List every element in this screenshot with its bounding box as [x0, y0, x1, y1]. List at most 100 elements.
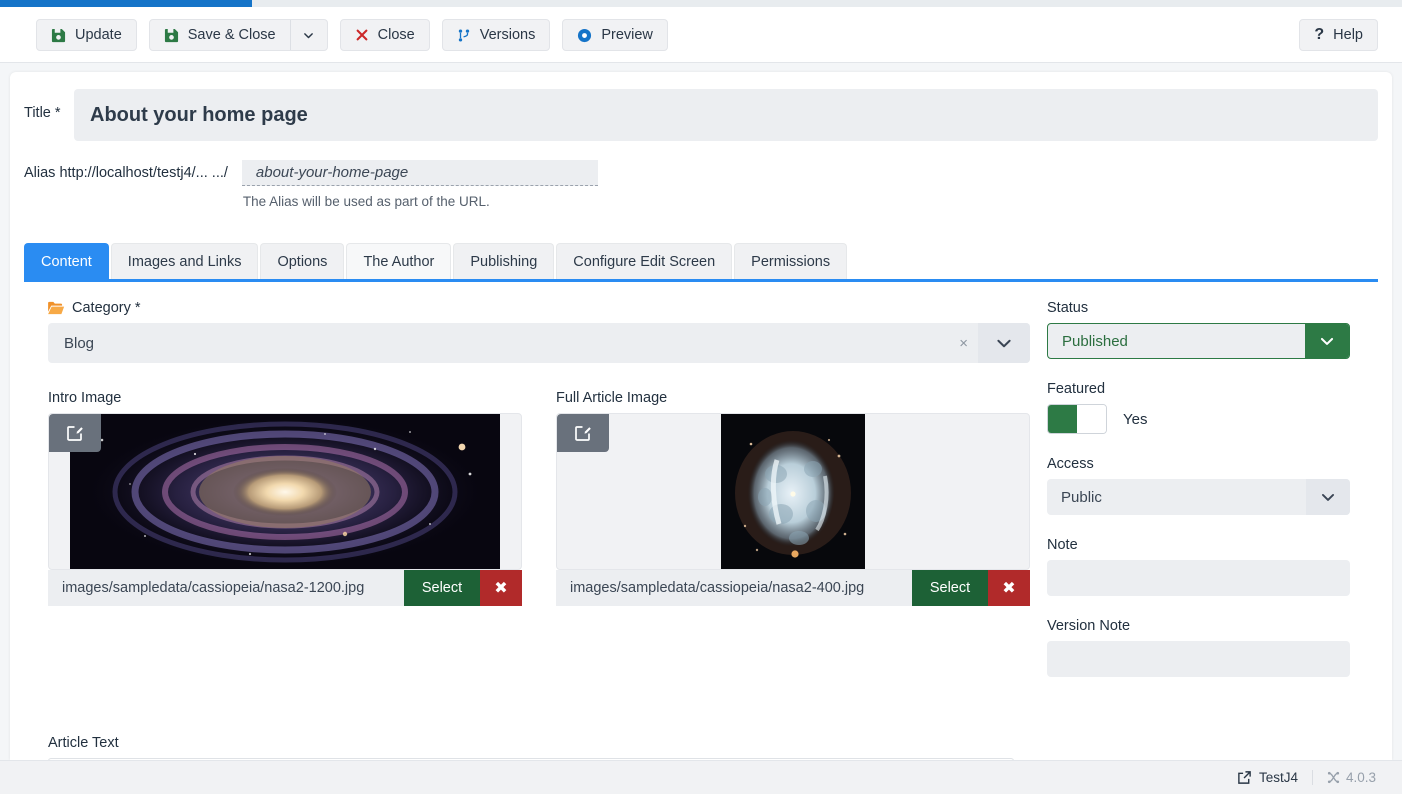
tab-the-author-label: The Author [363, 253, 435, 270]
sidebar-column: Status Published Featured Yes Access Pub… [1047, 300, 1362, 699]
versions-button-label: Versions [479, 26, 536, 43]
featured-toggle-off-half [1077, 405, 1106, 433]
alias-label: Alias http://localhost/testj4/... .../ [24, 165, 228, 181]
title-row: Title * [24, 89, 1378, 141]
edit-image-icon [66, 424, 84, 442]
article-text-label: Article Text [48, 735, 119, 751]
intro-image-path-row: images/sampledata/cassiopeia/nasa2-1200.… [48, 570, 522, 606]
version-note-field: Version Note [1047, 618, 1362, 677]
status-bar: TestJ4 4.0.3 [0, 760, 1402, 794]
update-button[interactable]: Update [36, 19, 137, 51]
intro-image-clear-button[interactable]: ✖ [480, 570, 522, 606]
article-edit-card: Title * Alias http://localhost/testj4/..… [10, 72, 1392, 760]
intro-image-preview [49, 414, 521, 569]
status-select[interactable]: Published [1047, 323, 1350, 359]
featured-toggle[interactable] [1047, 404, 1107, 434]
alias-row: Alias http://localhost/testj4/... .../ T… [24, 160, 1378, 209]
full-article-image-edit-button[interactable] [557, 414, 609, 452]
title-input[interactable] [74, 89, 1378, 141]
access-field: Access Public [1047, 456, 1362, 515]
save-and-close-button-label: Save & Close [187, 26, 276, 43]
folder-open-icon [48, 301, 65, 315]
question-mark-icon: ? [1314, 26, 1325, 43]
full-article-image-preview-box [556, 413, 1030, 570]
versions-button[interactable]: Versions [441, 19, 551, 51]
page-load-progress-fill [0, 0, 253, 7]
tab-configure-edit-screen[interactable]: Configure Edit Screen [556, 243, 733, 279]
category-clear-button[interactable]: × [949, 335, 978, 352]
external-link-icon [1237, 770, 1252, 785]
site-preview-link[interactable]: TestJ4 [1237, 770, 1298, 785]
status-value: Published [1062, 332, 1128, 350]
note-input[interactable] [1047, 560, 1350, 596]
category-label-row: Category * [48, 300, 1030, 316]
joomla-version: 4.0.3 [1311, 770, 1376, 785]
preview-button[interactable]: Preview [562, 19, 668, 51]
intro-image-preview-box [48, 413, 522, 570]
intro-image-select-button[interactable]: Select [404, 570, 480, 606]
intro-image-field: Intro Image images/sampledata/cassiopeia… [48, 390, 522, 606]
planetary-nebula-image [721, 414, 865, 569]
note-label: Note [1047, 537, 1078, 553]
spiral-galaxy-image [70, 414, 500, 569]
save-icon [164, 28, 179, 43]
category-selected-value: Blog [64, 334, 95, 352]
status-label: Status [1047, 300, 1089, 316]
tab-publishing[interactable]: Publishing [453, 243, 555, 279]
tab-content-label: Content [41, 253, 92, 270]
category-select[interactable]: Blog × [48, 323, 1030, 363]
save-icon [51, 28, 66, 43]
chevron-down-icon [302, 29, 315, 42]
close-button[interactable]: Close [339, 19, 430, 51]
intro-image-path-input[interactable]: images/sampledata/cassiopeia/nasa2-1200.… [48, 570, 404, 606]
alias-input[interactable] [241, 160, 598, 186]
tab-permissions-label: Permissions [751, 253, 831, 270]
featured-label: Featured [1047, 381, 1106, 397]
tab-content[interactable]: Content [24, 243, 109, 279]
eye-icon [577, 28, 592, 43]
chevron-down-icon [1319, 488, 1337, 506]
close-button-label: Close [377, 26, 415, 43]
save-options-dropdown-button[interactable] [289, 20, 327, 50]
tab-options[interactable]: Options [260, 243, 345, 279]
save-close-split-button: Save & Close [148, 19, 328, 51]
full-article-image-path-input[interactable]: images/sampledata/cassiopeia/nasa2-400.j… [556, 570, 912, 606]
tab-bar: Content Images and Links Options The Aut… [24, 243, 1378, 282]
help-button[interactable]: ? Help [1299, 19, 1378, 51]
full-article-image-select-button[interactable]: Select [912, 570, 988, 606]
tab-the-author[interactable]: The Author [346, 243, 452, 279]
access-label: Access [1047, 456, 1094, 472]
tab-images-and-links-label: Images and Links [127, 253, 242, 270]
code-branch-icon [457, 28, 471, 43]
images-row: Intro Image images/sampledata/cassiopeia… [48, 390, 1030, 606]
status-dropdown-toggle[interactable] [1305, 324, 1349, 358]
save-and-close-button[interactable]: Save & Close [150, 20, 290, 50]
full-article-image-path-row: images/sampledata/cassiopeia/nasa2-400.j… [556, 570, 1030, 606]
access-value: Public [1061, 488, 1102, 506]
version-note-input[interactable] [1047, 641, 1350, 677]
intro-image-edit-button[interactable] [49, 414, 101, 452]
tab-images-and-links[interactable]: Images and Links [110, 243, 259, 279]
toolbar: Update Save & Close Close Versions Previ… [0, 7, 1402, 63]
note-field: Note [1047, 537, 1362, 596]
title-label: Title * [24, 105, 61, 121]
preview-button-label: Preview [601, 26, 653, 43]
tab-panel-content: Category * Blog × Intro Image images/sam… [10, 300, 1392, 760]
update-button-label: Update [75, 26, 122, 43]
site-name-label: TestJ4 [1258, 770, 1298, 785]
x-icon [355, 28, 369, 42]
article-text-field: Article Text Edit Insert View Format Tab… [48, 735, 1014, 760]
alias-help-text: The Alias will be used as part of the UR… [242, 194, 490, 209]
tab-publishing-label: Publishing [470, 253, 538, 270]
full-article-image-clear-button[interactable]: ✖ [988, 570, 1030, 606]
featured-row: Yes [1047, 404, 1362, 434]
category-dropdown-toggle[interactable] [978, 323, 1030, 363]
access-select[interactable]: Public [1047, 479, 1350, 515]
tab-permissions[interactable]: Permissions [734, 243, 848, 279]
full-article-image-field: Full Article Image images/sampledata/cas… [556, 390, 1030, 606]
toolbar-left-group: Update Save & Close Close Versions Previ… [36, 19, 668, 51]
full-article-image-label: Full Article Image [556, 390, 668, 406]
featured-field: Featured Yes [1047, 381, 1362, 434]
featured-toggle-on-half [1048, 405, 1077, 433]
access-dropdown-toggle[interactable] [1306, 479, 1350, 515]
